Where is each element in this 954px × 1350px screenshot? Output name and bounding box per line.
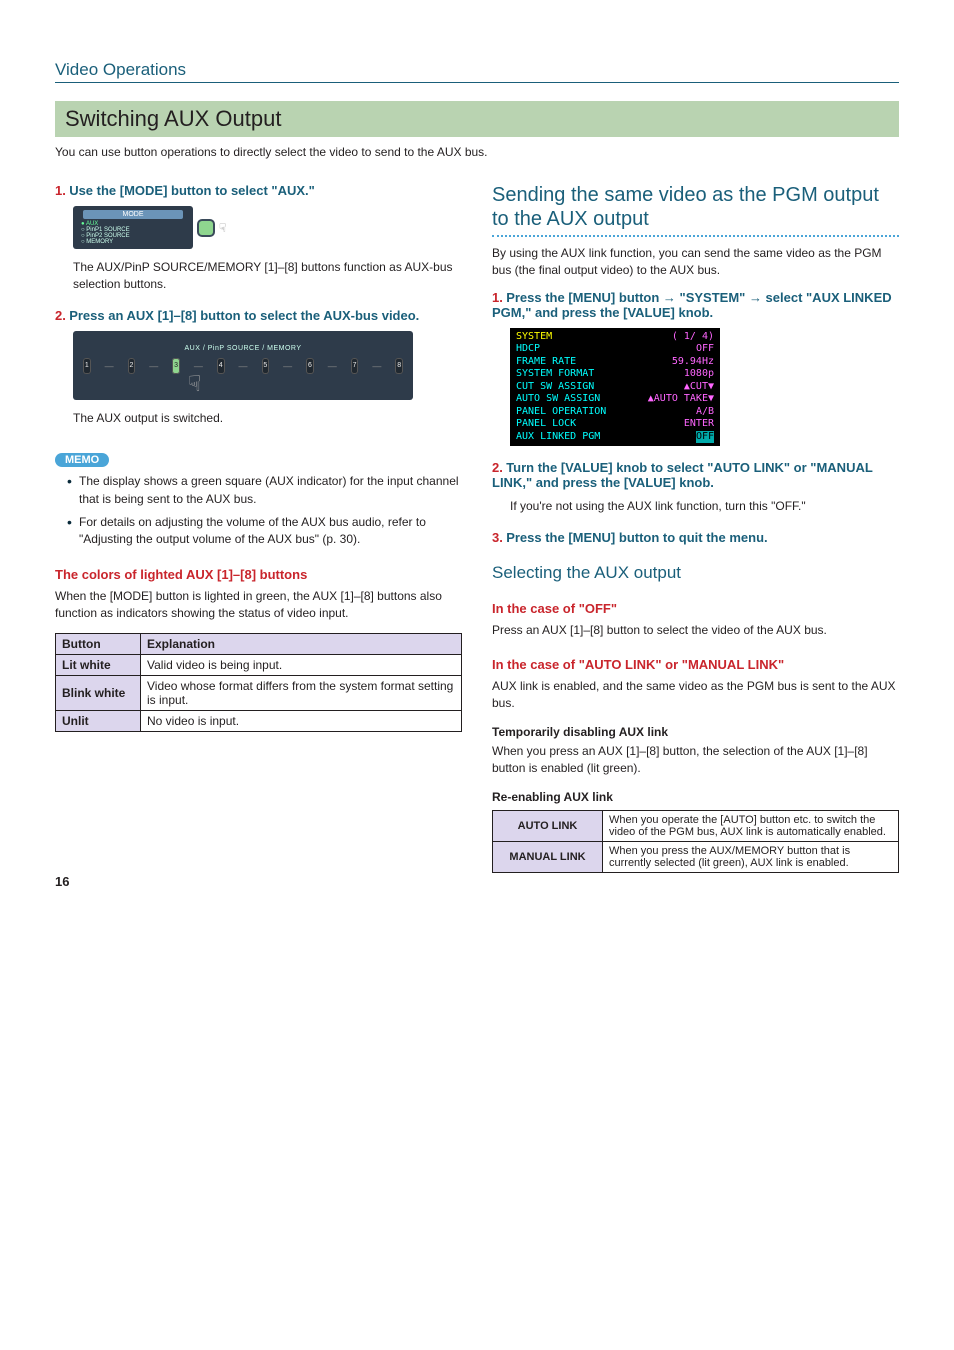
link-autolink-key: AUTO LINK <box>493 810 603 841</box>
menu-k-5: PANEL OPERATION <box>516 406 606 417</box>
th-button: Button <box>56 633 141 654</box>
row-lit-white-val: Valid video is being input. <box>141 654 462 675</box>
aux-btn-7: 7 <box>351 358 359 374</box>
r-step1-num: 1. <box>492 290 503 305</box>
memo-list: The display shows a green square (AUX in… <box>67 473 462 549</box>
r-step2-num: 2. <box>492 460 503 475</box>
right-intro: By using the AUX link function, you can … <box>492 245 899 280</box>
aux-caption: AUX / PinP SOURCE / MEMORY <box>83 345 403 352</box>
section-header: Video Operations <box>55 60 899 83</box>
step-2-number: 2. <box>55 308 66 323</box>
step-2-body: The AUX output is switched. <box>73 410 462 427</box>
finger-icon: ☟ <box>188 371 201 397</box>
menu-k-6: PANEL LOCK <box>516 418 576 429</box>
case-auto-heading: In the case of "AUTO LINK" or "MANUAL LI… <box>492 657 899 672</box>
menu-title: SYSTEM <box>516 331 552 342</box>
link-table: AUTO LINK When you operate the [AUTO] bu… <box>492 810 899 873</box>
link-autolink-val: When you operate the [AUTO] button etc. … <box>603 810 899 841</box>
case-auto-body: AUX link is enabled, and the same video … <box>492 678 899 713</box>
memo-badge: MEMO <box>55 453 109 467</box>
mode-button-icon <box>199 221 213 235</box>
row-blink-white-key: Blink white <box>56 675 141 710</box>
menu-v-6: ENTER <box>684 418 714 431</box>
right-step-3: 3. Press the [MENU] button to quit the m… <box>492 530 899 545</box>
finger-icon: ☟ <box>219 221 226 235</box>
right-column: Sending the same video as the PGM output… <box>492 183 899 873</box>
aux-btn-8: 8 <box>395 358 403 374</box>
aux-panel-illustration: AUX / PinP SOURCE / MEMORY 1— 2— 3— 4— 5… <box>73 331 413 400</box>
step-1-body: The AUX/PinP SOURCE/MEMORY [1]–[8] butto… <box>73 259 462 294</box>
memo-item-1: The display shows a green square (AUX in… <box>67 473 462 508</box>
right-step-1: 1. Press the [MENU] button → "SYSTEM" → … <box>492 290 899 320</box>
menu-v-1: 59.94Hz <box>672 356 714 369</box>
right-step-2: 2. Turn the [VALUE] knob to select "AUTO… <box>492 460 899 490</box>
r-step3-num: 3. <box>492 530 503 545</box>
aux-btn-1: 1 <box>83 358 91 374</box>
memo-item-2: For details on adjusting the volume of t… <box>67 514 462 549</box>
selecting-aux-heading: Selecting the AUX output <box>492 563 899 583</box>
system-menu-screenshot: SYSTEM( 1/ 4) HDCPOFF FRAME RATE59.94Hz … <box>510 328 720 447</box>
menu-v-5: A/B <box>696 406 714 419</box>
row-blink-white-val: Video whose format differs from the syst… <box>141 675 462 710</box>
case-off-body: Press an AUX [1]–[8] button to select th… <box>492 622 899 639</box>
case-off-heading: In the case of "OFF" <box>492 601 899 616</box>
menu-k-3: CUT SW ASSIGN <box>516 381 594 392</box>
menu-k-7: AUX LINKED PGM <box>516 431 600 442</box>
colors-heading: The colors of lighted AUX [1]–[8] button… <box>55 567 462 582</box>
menu-k-1: FRAME RATE <box>516 356 576 367</box>
intro-text: You can use button operations to directl… <box>55 145 899 159</box>
mode-item-memory-label: MEMORY <box>86 239 113 245</box>
dotted-rule <box>492 235 899 237</box>
step-1-number: 1. <box>55 183 66 198</box>
left-column: 1. Use the [MODE] button to select "AUX.… <box>55 183 462 873</box>
arrow-icon: → <box>663 290 676 305</box>
aux-btn-2: 2 <box>128 358 136 374</box>
re-enable-heading: Re-enabling AUX link <box>492 790 899 804</box>
aux-btn-3: 3 <box>172 358 180 374</box>
row-unlit-val: No video is input. <box>141 710 462 731</box>
r-step2-text: Turn the [VALUE] knob to select "AUTO LI… <box>492 460 873 490</box>
menu-v-0: OFF <box>696 343 714 356</box>
temp-disable-body: When you press an AUX [1]–[8] button, th… <box>492 743 899 778</box>
mode-label: MODE <box>83 210 183 219</box>
page-number: 16 <box>55 874 69 889</box>
right-heading: Sending the same video as the PGM output… <box>492 183 899 231</box>
aux-btn-4: 4 <box>217 358 225 374</box>
r-step2-body: If you're not using the AUX link functio… <box>510 498 899 515</box>
menu-v-3: ▲CUT▼ <box>684 381 714 394</box>
mode-item-memory: ○ MEMORY <box>73 239 193 245</box>
r-step1-text: Press the [MENU] button → "SYSTEM" → sel… <box>492 290 892 320</box>
r-step1-pre: Press the [MENU] button <box>506 290 663 305</box>
arrow-icon: → <box>749 290 762 305</box>
step-1-text: Use the [MODE] button to select "AUX." <box>69 183 315 198</box>
r-step3-text: Press the [MENU] button to quit the menu… <box>506 530 767 545</box>
button-status-table: Button Explanation Lit white Valid video… <box>55 633 462 732</box>
step-2-text: Press an AUX [1]–[8] button to select th… <box>69 308 419 323</box>
colors-body: When the [MODE] button is lighted in gre… <box>55 588 462 623</box>
temp-disable-heading: Temporarily disabling AUX link <box>492 725 899 739</box>
mode-panel-illustration: MODE ● AUX ○ PinP1 SOURCE ○ PinP2 SOURCE… <box>73 206 462 249</box>
row-unlit-key: Unlit <box>56 710 141 731</box>
row-lit-white-key: Lit white <box>56 654 141 675</box>
menu-k-4: AUTO SW ASSIGN <box>516 393 600 404</box>
menu-v-7: OFF <box>696 431 714 444</box>
main-title: Switching AUX Output <box>55 101 899 137</box>
step-2: 2. Press an AUX [1]–[8] button to select… <box>55 308 462 323</box>
menu-page: ( 1/ 4) <box>672 331 714 344</box>
r-step1-mid: "SYSTEM" <box>676 290 749 305</box>
menu-k-2: SYSTEM FORMAT <box>516 368 594 379</box>
menu-v-4: ▲AUTO TAKE▼ <box>648 393 714 406</box>
menu-v-2: 1080p <box>684 368 714 381</box>
step-1: 1. Use the [MODE] button to select "AUX.… <box>55 183 462 198</box>
aux-btn-6: 6 <box>306 358 314 374</box>
th-explanation: Explanation <box>141 633 462 654</box>
menu-k-0: HDCP <box>516 343 540 354</box>
link-manuallink-val: When you press the AUX/MEMORY button tha… <box>603 841 899 872</box>
link-manuallink-key: MANUAL LINK <box>493 841 603 872</box>
aux-btn-5: 5 <box>262 358 270 374</box>
